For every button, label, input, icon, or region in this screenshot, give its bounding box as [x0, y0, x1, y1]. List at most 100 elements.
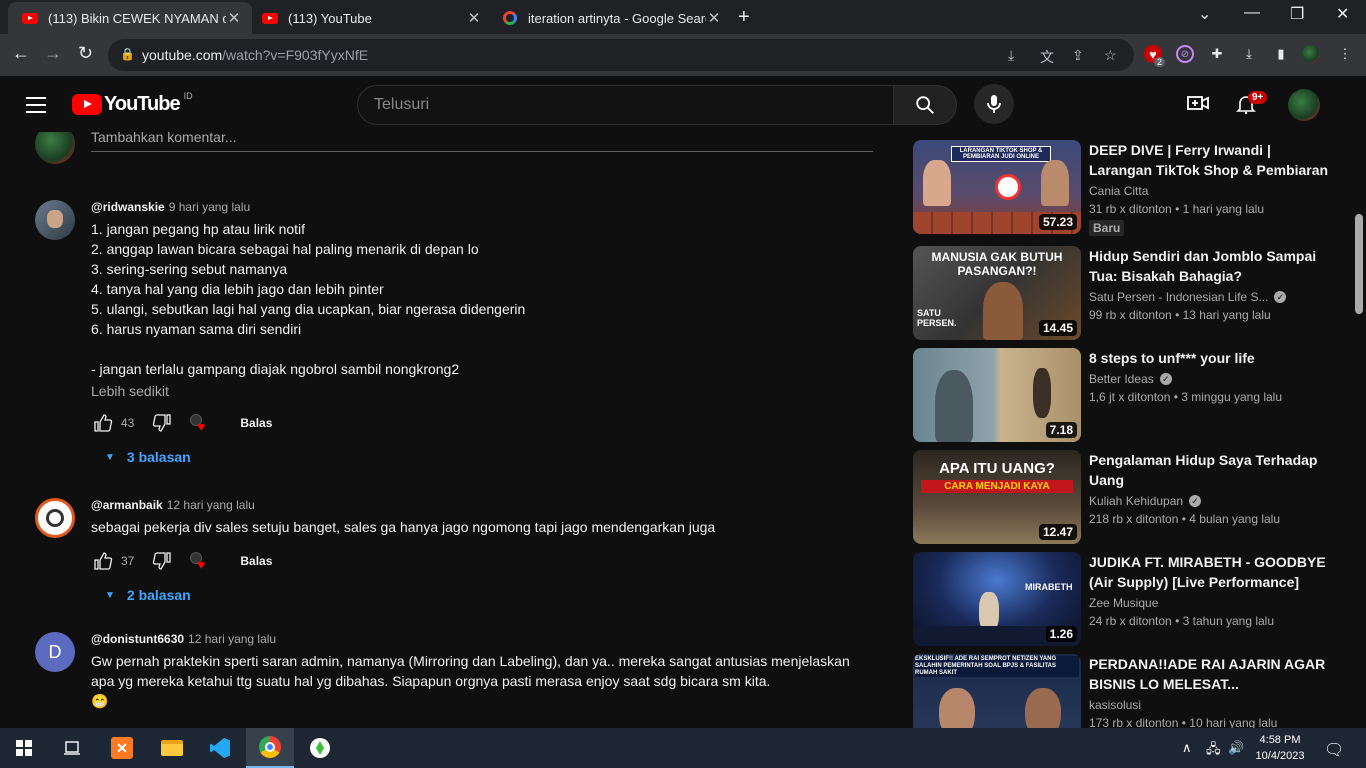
sims-plumbob-icon[interactable] — [296, 728, 344, 768]
close-tab-icon[interactable]: ✕ — [466, 9, 482, 27]
related-video[interactable]: APA ITU UANG? CARA MENJADI KAYA 12.47 Pe… — [913, 450, 1333, 544]
share-icon[interactable]: ⇪ — [1072, 47, 1084, 64]
search-input[interactable] — [374, 96, 854, 114]
comment-time[interactable]: 12 hari yang lalu — [167, 498, 255, 512]
notification-center-icon[interactable]: 🗨 — [1324, 740, 1344, 760]
view-replies-button[interactable]: ▼ 3 balasan — [97, 449, 875, 465]
video-thumbnail[interactable]: 7.18 — [913, 348, 1081, 442]
taskbar-clock[interactable]: 4:58 PM 10/4/2023 — [1248, 732, 1312, 764]
video-thumbnail[interactable]: LARANGAN TIKTOK SHOP & PEMBIARAN JUDI ON… — [913, 140, 1081, 234]
search-button[interactable] — [893, 85, 957, 125]
tab-youtube-video[interactable]: (113) Bikin CEWEK NYAMAN dala ✕ — [8, 2, 252, 34]
video-duration: 57.23 — [1038, 214, 1077, 230]
reload-icon[interactable]: ↻ — [78, 43, 93, 64]
volume-icon[interactable]: 🔊 — [1228, 740, 1244, 756]
comment-author[interactable]: @armanbaik — [91, 498, 163, 512]
view-count: 1,6 jt x ditonton — [1089, 390, 1171, 404]
vscode-icon[interactable] — [196, 728, 244, 768]
scrollbar-thumb[interactable] — [1355, 214, 1363, 314]
create-video-icon[interactable] — [1187, 94, 1209, 117]
channel-name[interactable]: Cania Citta — [1089, 184, 1148, 198]
video-thumbnail[interactable]: APA ITU UANG? CARA MENJADI KAYA 12.47 — [913, 450, 1081, 544]
minimize-icon[interactable]: — — [1244, 4, 1260, 22]
translate-icon[interactable]: 文 — [1040, 47, 1054, 67]
avatar[interactable] — [35, 498, 75, 538]
bookmark-star-icon[interactable]: ☆ — [1104, 47, 1117, 64]
related-video[interactable]: LARANGAN TIKTOK SHOP & PEMBIARAN JUDI ON… — [913, 140, 1333, 236]
youtube-logo[interactable]: YouTube ID — [72, 91, 193, 116]
chrome-icon[interactable] — [246, 728, 294, 768]
logo-text: YouTube — [104, 93, 181, 115]
dislike-icon[interactable] — [150, 411, 174, 435]
task-view-icon[interactable] — [48, 728, 96, 768]
dislike-icon[interactable] — [150, 549, 174, 573]
video-title[interactable]: Pengalaman Hidup Saya Terhadap Uang — [1089, 450, 1329, 490]
window-close-icon[interactable]: ✕ — [1336, 4, 1349, 24]
view-replies-button[interactable]: ▼ 2 balasan — [97, 587, 875, 603]
close-tab-icon[interactable]: ✕ — [226, 9, 242, 27]
download-icon[interactable]: ⤓ — [1240, 45, 1258, 63]
add-comment-input[interactable]: Tambahkan komentar... — [91, 132, 873, 152]
windows-start-icon[interactable] — [0, 728, 48, 768]
tray-overflow-icon[interactable]: ∧ — [1182, 740, 1192, 756]
like-icon[interactable] — [91, 411, 115, 435]
comment-time[interactable]: 9 hari yang lalu — [169, 200, 250, 214]
avatar[interactable] — [35, 200, 75, 240]
windows-taskbar: ✕ ∧ 🖧 🔊 4:58 PM 10/4/2023 🗨 — [0, 728, 1366, 768]
voice-search-button[interactable] — [974, 84, 1014, 124]
menu-kebab-icon[interactable]: ⋮ — [1336, 45, 1354, 63]
channel-name[interactable]: Zee Musique — [1089, 596, 1158, 610]
profile-avatar[interactable] — [1302, 45, 1320, 63]
reply-button[interactable]: Balas — [240, 554, 272, 568]
reply-button[interactable]: Balas — [240, 416, 272, 430]
user-avatar[interactable] — [1288, 89, 1320, 121]
tab-youtube-home[interactable]: (113) YouTube ✕ — [248, 2, 492, 34]
forward-icon[interactable]: → — [44, 43, 62, 64]
related-video[interactable]: MIRABETH 1.26 JUDIKA FT. MIRABETH - GOOD… — [913, 552, 1333, 646]
video-title[interactable]: JUDIKA FT. MIRABETH - GOODBYE (Air Suppl… — [1089, 552, 1329, 592]
related-video[interactable]: EKSKLUSIF!! ADE RAI SEMPROT NETIZEN YANG… — [913, 654, 1333, 728]
video-title[interactable]: 8 steps to unf*** your life — [1089, 348, 1329, 368]
hamburger-menu-icon[interactable] — [26, 97, 46, 118]
like-icon[interactable] — [91, 549, 115, 573]
video-thumbnail[interactable]: MANUSIA GAK BUTUH PASANGAN?! SATU PERSEN… — [913, 246, 1081, 340]
close-tab-icon[interactable]: ✕ — [706, 9, 722, 27]
comment-time[interactable]: 12 hari yang lalu — [188, 632, 276, 646]
install-icon[interactable]: ⤓ — [1008, 47, 1014, 64]
tab-title: (113) YouTube — [288, 10, 372, 26]
video-duration: 1.26 — [1045, 626, 1077, 642]
browser-tab-bar: (113) Bikin CEWEK NYAMAN dala ✕ (113) Yo… — [0, 0, 1366, 34]
network-icon[interactable]: 🖧 — [1206, 740, 1221, 762]
channel-name[interactable]: Kuliah Kehidupan — [1089, 494, 1183, 508]
comment-author[interactable]: @ridwanskie — [91, 200, 165, 214]
video-thumbnail[interactable]: EKSKLUSIF!! ADE RAI SEMPROT NETIZEN YANG… — [913, 654, 1081, 728]
comment-author[interactable]: @donistunt6630 — [91, 632, 184, 646]
file-explorer-icon[interactable] — [148, 728, 196, 768]
tab-title: iteration artinyta - Google Searc — [528, 10, 706, 26]
comment-text: sebagai pekerja div sales setuju banget,… — [91, 519, 716, 535]
tab-search-icon[interactable]: ⌄ — [1198, 4, 1211, 24]
channel-name[interactable]: Better Ideas — [1089, 372, 1154, 386]
google-icon — [502, 10, 518, 26]
replies-count: 3 balasan — [126, 449, 191, 465]
block-extension-icon[interactable]: ⊘ — [1176, 45, 1194, 63]
channel-name[interactable]: Satu Persen - Indonesian Life S... — [1089, 290, 1268, 304]
new-tab-icon[interactable]: + — [738, 6, 750, 29]
avatar[interactable]: D — [35, 632, 75, 672]
address-bar[interactable]: 🔒 youtube.com/watch?v=F903fYyxNfE ⤓ 文 ⇪ … — [108, 39, 1134, 71]
show-less-link[interactable]: Lebih sedikit — [91, 383, 875, 399]
restore-icon[interactable]: ❐ — [1290, 4, 1304, 24]
side-panel-icon[interactable]: ▮ — [1272, 45, 1290, 63]
related-video[interactable]: MANUSIA GAK BUTUH PASANGAN?! SATU PERSEN… — [913, 246, 1333, 340]
video-title[interactable]: PERDANA!!ADE RAI AJARIN AGAR BISNIS LO M… — [1089, 654, 1329, 694]
tab-google-search[interactable]: iteration artinyta - Google Searc ✕ — [488, 2, 732, 34]
video-title[interactable]: Hidup Sendiri dan Jomblo Sampai Tua: Bis… — [1089, 246, 1329, 286]
related-video[interactable]: 7.18 8 steps to unf*** your life Better … — [913, 348, 1333, 442]
channel-name[interactable]: kasisolusi — [1089, 698, 1141, 712]
xampp-icon[interactable]: ✕ — [98, 728, 146, 768]
back-icon[interactable]: ← — [12, 43, 30, 64]
page-scrollbar[interactable] — [1352, 132, 1366, 728]
video-title[interactable]: DEEP DIVE | Ferry Irwandi | Larangan Tik… — [1089, 140, 1329, 180]
video-thumbnail[interactable]: MIRABETH 1.26 — [913, 552, 1081, 646]
puzzle-extensions-icon[interactable]: ✚ — [1208, 45, 1226, 63]
